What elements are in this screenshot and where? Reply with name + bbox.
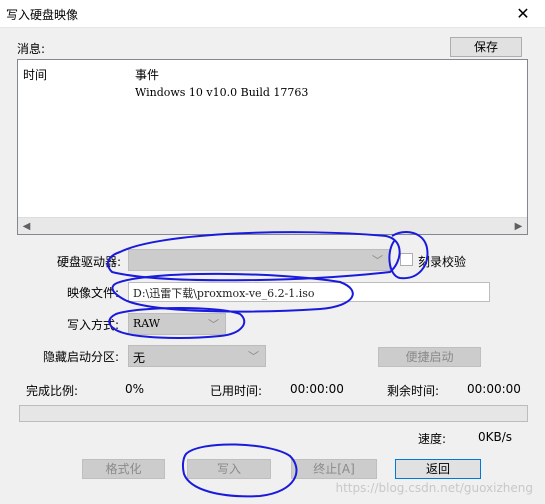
write-button[interactable]: 写入 [187,459,271,479]
write-method-value: RAW [133,317,161,330]
progress-bar [19,405,528,422]
image-file-value: D:\迅雷下载\proxmox-ve_6.2-1.iso [133,287,315,300]
scroll-right-icon[interactable]: ▶ [510,218,527,235]
message-log[interactable]: 时间 事件 Windows 10 v10.0 Build 17763 ◀ ▶ [17,59,528,235]
verify-label: 刻录校验 [418,255,467,269]
hidden-partition-select[interactable]: 无 ﹀ [128,345,266,367]
close-icon[interactable]: ✕ [511,4,535,24]
chevron-down-icon: ﹀ [208,318,219,331]
image-file-label: 映像文件: [67,286,120,300]
window-title: 写入硬盘映像 [6,8,79,22]
chevron-down-icon: ﹀ [248,350,259,363]
abort-button[interactable]: 终止[A] [291,459,377,479]
disk-drive-select[interactable]: ﹀ [128,249,390,271]
elapsed-label: 已用时间: [210,384,263,398]
disk-drive-label: 硬盘驱动器: [57,255,122,269]
speed-value: 0KB/s [478,430,513,444]
format-button[interactable]: 格式化 [82,459,165,479]
percent-label: 完成比例: [26,384,79,398]
messages-label: 消息: [17,42,46,56]
column-header-event[interactable]: 事件 [135,66,159,83]
hidden-partition-label: 隐藏启动分区: [43,350,120,364]
hidden-partition-value: 无 [133,351,146,365]
title-bar [0,0,545,28]
save-button[interactable]: 保存 [450,37,522,57]
verify-checkbox[interactable] [400,253,413,266]
speed-label: 速度: [418,432,447,446]
chevron-down-icon: ﹀ [372,254,383,267]
write-method-label: 写入方式: [67,318,120,332]
back-button[interactable]: 返回 [395,459,481,479]
elapsed-value: 00:00:00 [290,382,344,396]
remaining-label: 剩余时间: [387,384,440,398]
image-file-input[interactable]: D:\迅雷下载\proxmox-ve_6.2-1.iso [128,282,490,302]
write-method-select[interactable]: RAW ﹀ [128,313,226,335]
remaining-value: 00:00:00 [467,382,521,396]
horizontal-scrollbar[interactable]: ◀ ▶ [18,217,527,234]
quick-boot-button[interactable]: 便捷启动 [378,347,481,367]
percent-value: 0% [125,382,145,396]
column-header-time[interactable]: 时间 [23,66,47,83]
scroll-left-icon[interactable]: ◀ [18,218,35,235]
log-row-event: Windows 10 v10.0 Build 17763 [135,86,309,99]
watermark-text: https://blog.csdn.net/guoxizheng [335,481,533,495]
